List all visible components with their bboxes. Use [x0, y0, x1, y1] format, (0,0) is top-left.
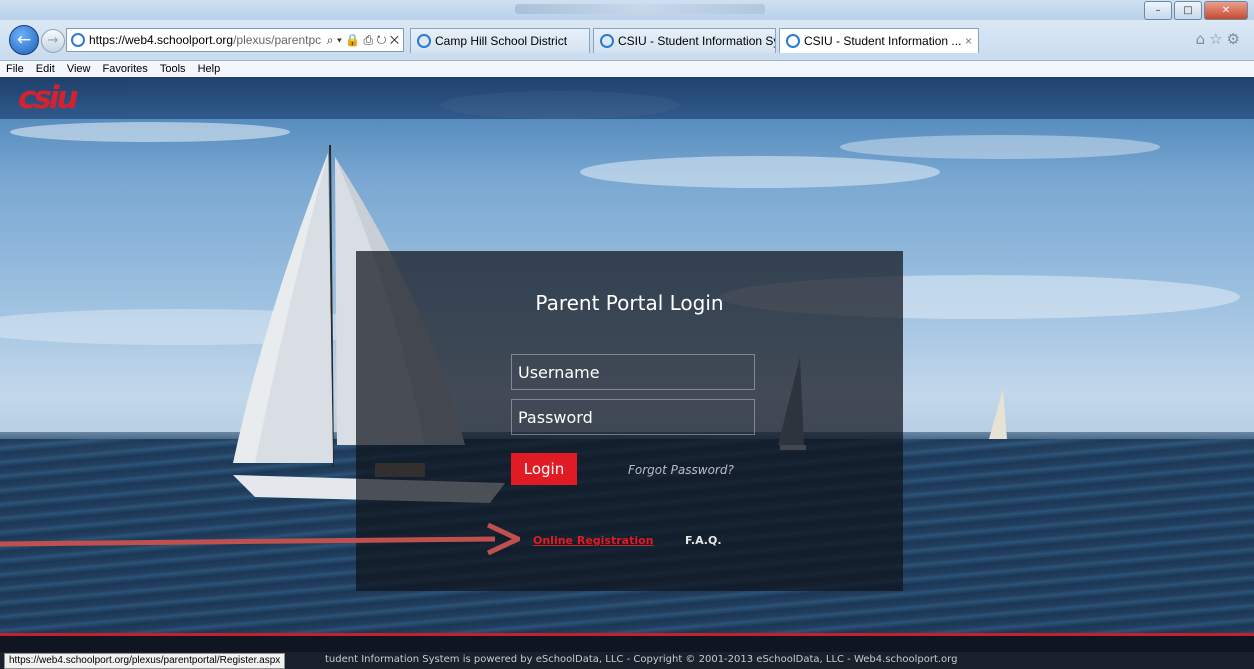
- maximize-button[interactable]: □: [1174, 1, 1202, 20]
- password-input[interactable]: [511, 399, 755, 435]
- status-bar: https://web4.schoolport.org/plexus/paren…: [0, 652, 1254, 669]
- annotation-arrow: [0, 522, 520, 556]
- ie-tab-icon: [786, 34, 800, 48]
- menu-edit[interactable]: Edit: [36, 63, 55, 75]
- close-window-button[interactable]: ✕: [1204, 1, 1248, 20]
- login-title: Parent Portal Login: [535, 291, 724, 315]
- ie-page-icon: [71, 33, 85, 47]
- header-bar: csiu: [0, 77, 1254, 119]
- window-title-blurred: [515, 4, 765, 14]
- footer-copyright-text: tudent Information System is powered by …: [325, 654, 958, 665]
- ie-tab-icon: [600, 34, 614, 48]
- online-registration-link[interactable]: Online Registration: [533, 534, 654, 547]
- page-content: csiu Parent Portal Login Login Forgot Pa…: [0, 77, 1254, 652]
- menu-help[interactable]: Help: [198, 63, 221, 75]
- home-favorites-settings-icons[interactable]: ⌂☆⚙: [1196, 30, 1244, 48]
- tab-csiu-active[interactable]: CSIU - Student Information ... ×: [779, 28, 979, 53]
- navigation-bar: ← → https://web4.schoolport.org/plexus/p…: [0, 20, 1254, 61]
- username-input[interactable]: [511, 354, 755, 390]
- tab-close-icon[interactable]: ×: [965, 29, 972, 53]
- menu-file[interactable]: File: [6, 63, 24, 75]
- menu-view[interactable]: View: [67, 63, 91, 75]
- address-tools-icons[interactable]: ⌕ ▾ 🔒 ⎙ ↻ ✕: [322, 29, 399, 51]
- address-bar[interactable]: https://web4.schoolport.org/plexus/paren…: [66, 28, 404, 52]
- window-titlebar: – □ ✕: [0, 0, 1254, 20]
- address-path: /plexus/parentpc: [233, 33, 322, 47]
- address-domain: https://web4.schoolport.org: [89, 33, 234, 47]
- ie-tab-icon: [417, 34, 431, 48]
- tab-label: CSIU - Student Information Sys...: [618, 34, 775, 48]
- minimize-button[interactable]: –: [1144, 1, 1172, 20]
- status-url: https://web4.schoolport.org/plexus/paren…: [4, 653, 286, 669]
- tab-csiu-1[interactable]: CSIU - Student Information Sys...: [593, 28, 776, 53]
- menu-favorites[interactable]: Favorites: [103, 63, 148, 75]
- menu-tools[interactable]: Tools: [160, 63, 186, 75]
- back-button[interactable]: ←: [9, 25, 39, 55]
- tab-camp-hill[interactable]: Camp Hill School District: [410, 28, 590, 53]
- csiu-logo: csiu: [18, 80, 79, 116]
- menu-bar: File Edit View Favorites Tools Help: [0, 61, 1254, 77]
- distant-sailboat-2: [989, 389, 1007, 439]
- faq-link[interactable]: F.A.Q.: [685, 534, 722, 547]
- login-button[interactable]: Login: [511, 453, 577, 485]
- window-controls: – □ ✕: [1142, 1, 1248, 20]
- footer-bar: [0, 636, 1254, 652]
- forgot-password-link[interactable]: Forgot Password?: [628, 463, 734, 477]
- forward-button[interactable]: →: [41, 29, 65, 53]
- tab-label: CSIU - Student Information ...: [804, 34, 962, 48]
- tab-label: Camp Hill School District: [435, 34, 568, 48]
